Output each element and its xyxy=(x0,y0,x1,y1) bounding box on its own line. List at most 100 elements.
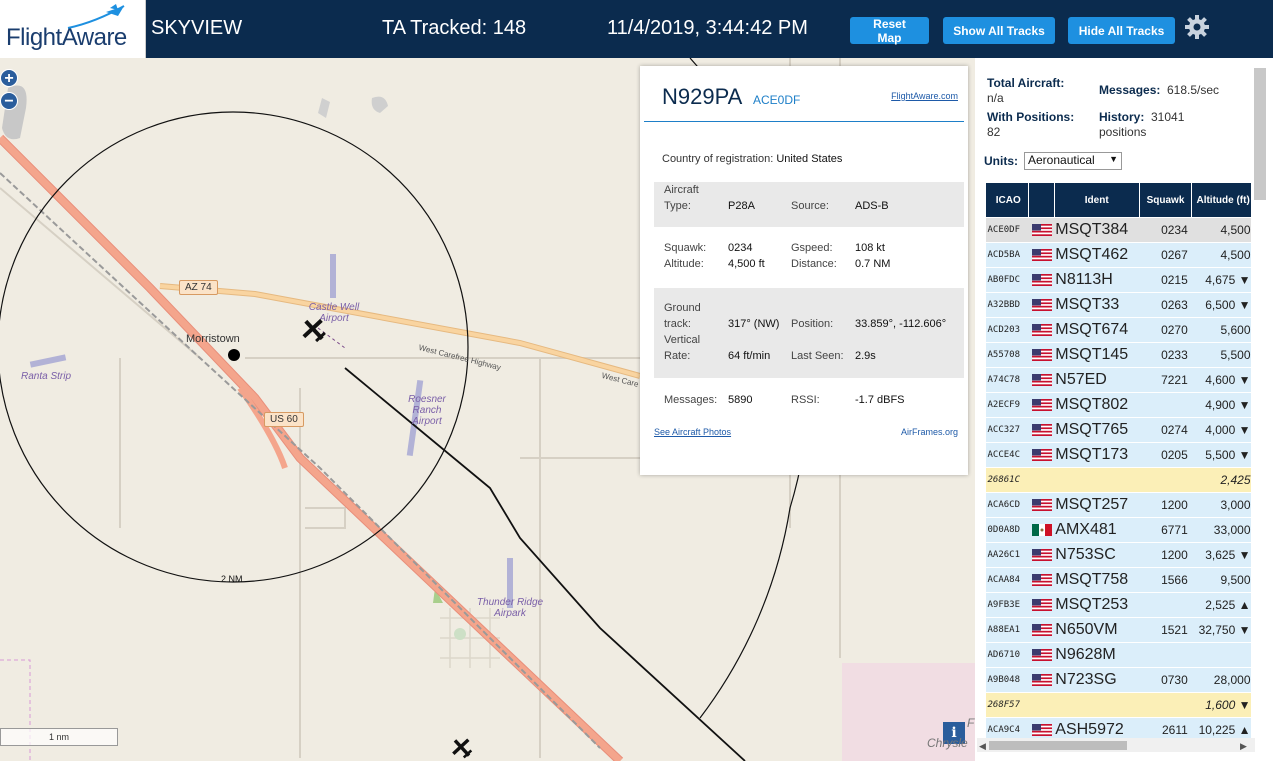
us-flag-icon xyxy=(1031,599,1052,612)
row-squawk: 0270 xyxy=(1139,317,1192,343)
row-icao: A55708 xyxy=(985,342,1029,368)
table-row[interactable]: A88EA1 N650VM 1521 32,750 ▼ xyxy=(985,617,1251,643)
us60-shield: US 60 xyxy=(264,412,304,427)
table-row[interactable]: A9FB3E MSQT253 2,525 ▲ xyxy=(985,592,1251,618)
table-row[interactable]: ACD5BA MSQT462 0267 4,500 xyxy=(985,242,1251,268)
see-aircraft-photos-link[interactable]: See Aircraft Photos xyxy=(654,427,731,437)
messages-rate-label: Messages: xyxy=(1099,83,1161,97)
aircraft-table-wrap[interactable]: ICAO Ident Squawk Altitude (ft) ACE0DF MS… xyxy=(985,182,1251,738)
row-squawk xyxy=(1139,592,1192,618)
col-header-icao[interactable]: ICAO xyxy=(985,182,1030,218)
hide-all-tracks-button[interactable]: Hide All Tracks xyxy=(1068,17,1175,44)
row-icao: AD6710 xyxy=(985,642,1029,668)
az74-shield: AZ 74 xyxy=(179,280,218,295)
col-header-flag[interactable] xyxy=(1028,182,1055,218)
row-squawk: 0267 xyxy=(1139,242,1192,268)
row-flag xyxy=(1028,317,1055,343)
row-ident: N8113H xyxy=(1054,267,1140,293)
row-icao: ACE0DF xyxy=(985,217,1029,243)
col-header-ident[interactable]: Ident xyxy=(1053,182,1140,218)
row-icao: ACD203 xyxy=(985,317,1029,343)
skyview-app: FlightAware SKYVIEW TA Tracked: 148 11/4… xyxy=(0,0,1273,761)
scroll-right-arrow-icon[interactable]: ▶ xyxy=(1240,741,1247,752)
table-row[interactable]: A55708 MSQT145 0233 5,500 xyxy=(985,342,1251,368)
row-icao: ACA9C4 xyxy=(985,717,1029,738)
row-squawk: 1566 xyxy=(1139,567,1192,593)
table-row[interactable]: A2ECF9 MSQT802 4,900 ▼ xyxy=(985,392,1251,418)
units-label: Units: xyxy=(984,154,1018,168)
table-row[interactable]: 26861C 2,425 xyxy=(985,467,1251,493)
selected-aircraft-icon[interactable] xyxy=(300,316,328,344)
row-icao: A88EA1 xyxy=(985,617,1029,643)
row-squawk: 0730 xyxy=(1139,667,1192,693)
row-altitude xyxy=(1191,642,1251,668)
units-select[interactable]: Aeronautical ▼ xyxy=(1024,152,1122,170)
vertical-rate-value: 64 ft/min xyxy=(728,350,771,362)
us-flag-icon xyxy=(1031,724,1052,737)
row-icao: A9FB3E xyxy=(985,592,1029,618)
source-value: ADS-B xyxy=(855,200,889,212)
us-flag-icon xyxy=(1031,349,1052,362)
range-ring-label: 2 NM xyxy=(221,574,243,584)
table-row[interactable]: 0D0A8D AMX481 6771 33,000 xyxy=(985,517,1251,543)
table-row[interactable]: 268F57 1,600 ▼ xyxy=(985,692,1251,718)
show-all-tracks-button[interactable]: Show All Tracks xyxy=(943,17,1055,44)
table-row[interactable]: ACA6CD MSQT257 1200 3,000 xyxy=(985,492,1251,518)
col-header-squawk[interactable]: Squawk xyxy=(1138,182,1193,218)
position-label: Position: xyxy=(791,318,834,330)
table-row[interactable]: AB0FDC N8113H 0215 4,675 ▼ xyxy=(985,267,1251,293)
map-edge-label-f: F xyxy=(967,716,975,730)
flightaware-link[interactable]: FlightAware.com xyxy=(891,91,958,101)
row-ident: ASH5972 xyxy=(1054,717,1140,738)
rssi-label: RSSI: xyxy=(791,394,820,406)
table-row[interactable]: ACCE4C MSQT173 0205 5,500 ▼ xyxy=(985,442,1251,468)
table-row[interactable]: ACA9C4 ASH5972 2611 10,225 ▲ xyxy=(985,717,1251,738)
row-flag xyxy=(1028,342,1055,368)
clock-datetime: 11/4/2019, 3:44:42 PM xyxy=(607,17,808,39)
units-selected-value: Aeronautical xyxy=(1028,153,1095,167)
aircraft-icon[interactable] xyxy=(450,736,474,760)
us-flag-icon xyxy=(1031,399,1052,412)
row-altitude: 28,000 xyxy=(1191,667,1251,693)
row-icao: ACD5BA xyxy=(985,242,1029,268)
table-row[interactable]: A74C78 N57ED 7221 4,600 ▼ xyxy=(985,367,1251,393)
row-flag xyxy=(1028,667,1055,693)
popup-registration: N929PA xyxy=(662,84,743,109)
table-row[interactable]: ACAA84 MSQT758 1566 9,500 xyxy=(985,567,1251,593)
row-flag xyxy=(1028,642,1055,668)
row-squawk: 0234 xyxy=(1139,217,1192,243)
us-flag-icon xyxy=(1031,274,1052,287)
row-flag xyxy=(1028,492,1055,518)
table-row[interactable]: ACD203 MSQT674 0270 5,600 xyxy=(985,317,1251,343)
vertical-scrollbar[interactable] xyxy=(1254,68,1266,200)
row-altitude: 2,525 ▲ xyxy=(1191,592,1251,618)
table-row[interactable]: AA26C1 N753SC 1200 3,625 ▼ xyxy=(985,542,1251,568)
us-flag-icon xyxy=(1031,499,1052,512)
settings-gear-icon[interactable] xyxy=(1184,14,1210,40)
map-edge-label-chrysle: Chrysle xyxy=(927,736,968,750)
row-altitude: 6,500 ▼ xyxy=(1191,292,1251,318)
us-flag-icon xyxy=(1031,549,1052,562)
mexico-flag-icon xyxy=(1031,524,1052,537)
airframes-link[interactable]: AirFrames.org xyxy=(901,427,958,437)
col-header-altitude[interactable]: Altitude (ft) xyxy=(1191,182,1251,218)
zoom-out-button[interactable]: − xyxy=(0,92,18,110)
table-row[interactable]: A9B048 N723SG 0730 28,000 xyxy=(985,667,1251,693)
scroll-left-arrow-icon[interactable]: ◀ xyxy=(979,741,986,752)
aircraft-type-label: Aircraft Type: xyxy=(664,184,699,212)
row-altitude: 5,500 ▼ xyxy=(1191,442,1251,468)
airport-label-ranta-strip: Ranta Strip xyxy=(20,371,72,382)
row-altitude: 1,600 ▼ xyxy=(1191,692,1251,718)
table-row[interactable]: ACE0DF MSQT384 0234 4,500 xyxy=(985,217,1251,243)
table-row[interactable]: AD6710 N9628M xyxy=(985,642,1251,668)
flightaware-logo[interactable]: FlightAware xyxy=(0,0,146,58)
table-row[interactable]: ACC327 MSQT765 0274 4,000 ▼ xyxy=(985,417,1251,443)
row-ident xyxy=(1054,692,1140,718)
receiver-marker xyxy=(228,349,240,361)
table-row[interactable]: A32BBD MSQT33 0263 6,500 ▼ xyxy=(985,292,1251,318)
reset-map-button[interactable]: Reset Map xyxy=(850,17,929,45)
row-icao: A32BBD xyxy=(985,292,1029,318)
horizontal-scrollbar-thumb[interactable] xyxy=(989,741,1127,750)
row-altitude: 3,625 ▼ xyxy=(1191,542,1251,568)
zoom-in-button[interactable]: + xyxy=(0,69,18,87)
